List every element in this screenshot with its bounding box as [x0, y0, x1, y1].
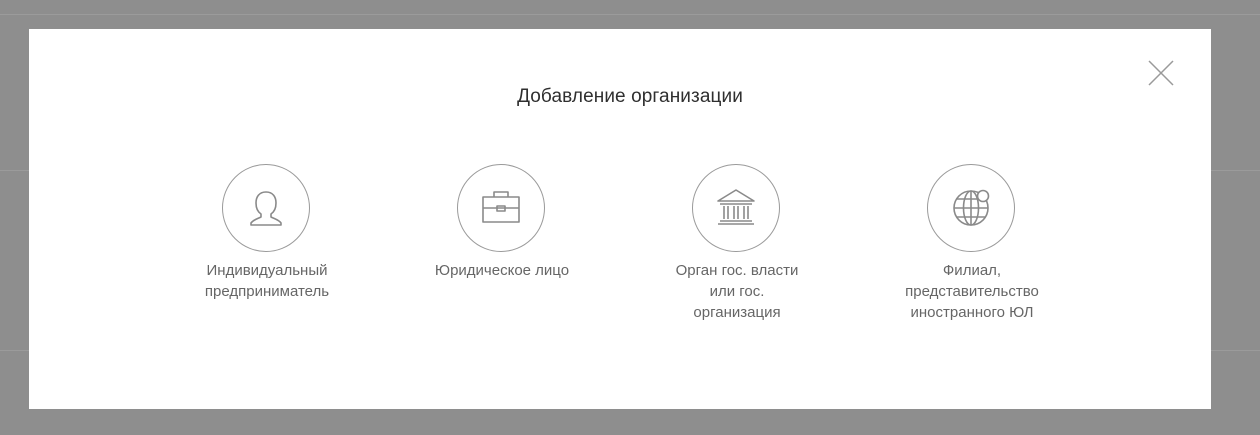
option-icon-circle [222, 164, 310, 252]
option-label-line: Филиал, [942, 262, 1002, 279]
option-foreign-branch[interactable]: Филиал, представительство иностранного Ю… [872, 164, 1072, 354]
option-legal-entity[interactable]: Юридическое лицо [402, 164, 602, 354]
option-label-line: иностранного ЮЛ [910, 304, 1034, 321]
option-label-line: предприниматель [204, 283, 330, 300]
briefcase-icon [482, 191, 520, 223]
option-label: Индивидуальный предприниматель [167, 260, 367, 302]
option-icon-circle [927, 164, 1015, 252]
background-divider [0, 14, 1260, 15]
government-building-icon [717, 189, 755, 225]
close-button[interactable] [1146, 58, 1176, 88]
option-label-line: Юридическое лицо [434, 262, 570, 279]
close-icon [1148, 60, 1174, 86]
option-icon-circle [692, 164, 780, 252]
person-icon [250, 191, 282, 226]
option-label: Юридическое лицо [402, 260, 602, 281]
option-label-line: Орган гос. власти [675, 262, 799, 279]
globe-icon [953, 189, 990, 226]
option-government-body[interactable]: Орган гос. власти или гос. организация [637, 164, 837, 354]
option-label-line: Индивидуальный [206, 262, 328, 279]
option-icon-circle [457, 164, 545, 252]
option-label: Орган гос. власти или гос. организация [637, 260, 837, 323]
option-label-line: представительство [905, 283, 1039, 300]
option-label-line: или гос. [709, 283, 765, 300]
option-label-line: организация [693, 304, 781, 321]
option-label: Филиал, представительство иностранного Ю… [872, 260, 1072, 323]
option-individual-entrepreneur[interactable]: Индивидуальный предприниматель [167, 164, 367, 354]
dialog-title: Добавление организации [517, 86, 743, 107]
